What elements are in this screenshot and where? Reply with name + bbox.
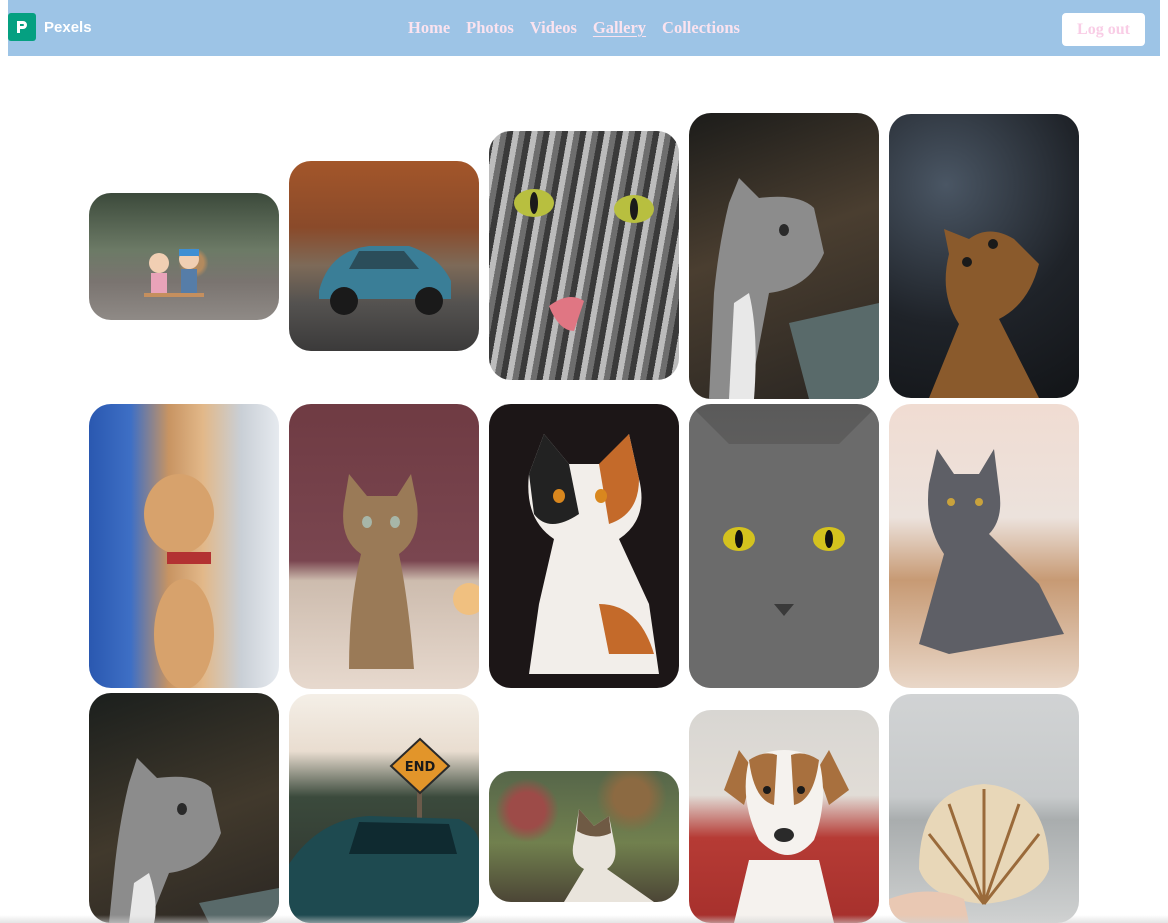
- photo-gray-cat-looking-up[interactable]: [689, 113, 879, 399]
- photo-calico-cat-garden[interactable]: [489, 771, 679, 902]
- page-bottom-shadow: [0, 915, 1168, 923]
- photo-tabby-kitten[interactable]: [289, 404, 479, 689]
- photo-gray-cat-looking-up-2[interactable]: [89, 693, 279, 923]
- photo-tabby-cat-licking[interactable]: [489, 131, 679, 380]
- photo-seashell[interactable]: [889, 694, 1079, 923]
- photo-orange-cat-curtain[interactable]: [89, 404, 279, 688]
- photo-calico-cat[interactable]: [489, 404, 679, 688]
- photo-brown-cat-looking-up[interactable]: [889, 114, 1079, 398]
- photo-gray-cat-yellow-eyes[interactable]: [689, 404, 879, 688]
- photo-blue-vintage-car[interactable]: [289, 161, 479, 351]
- photo-gallery: END: [0, 0, 1168, 923]
- svg-text:END: END: [405, 760, 436, 775]
- photo-gray-cat-on-table[interactable]: [889, 404, 1079, 688]
- photo-dog-red-cushion[interactable]: [689, 710, 879, 923]
- photo-car-end-sign[interactable]: END: [289, 694, 479, 923]
- photo-toy-figurines[interactable]: [89, 193, 279, 320]
